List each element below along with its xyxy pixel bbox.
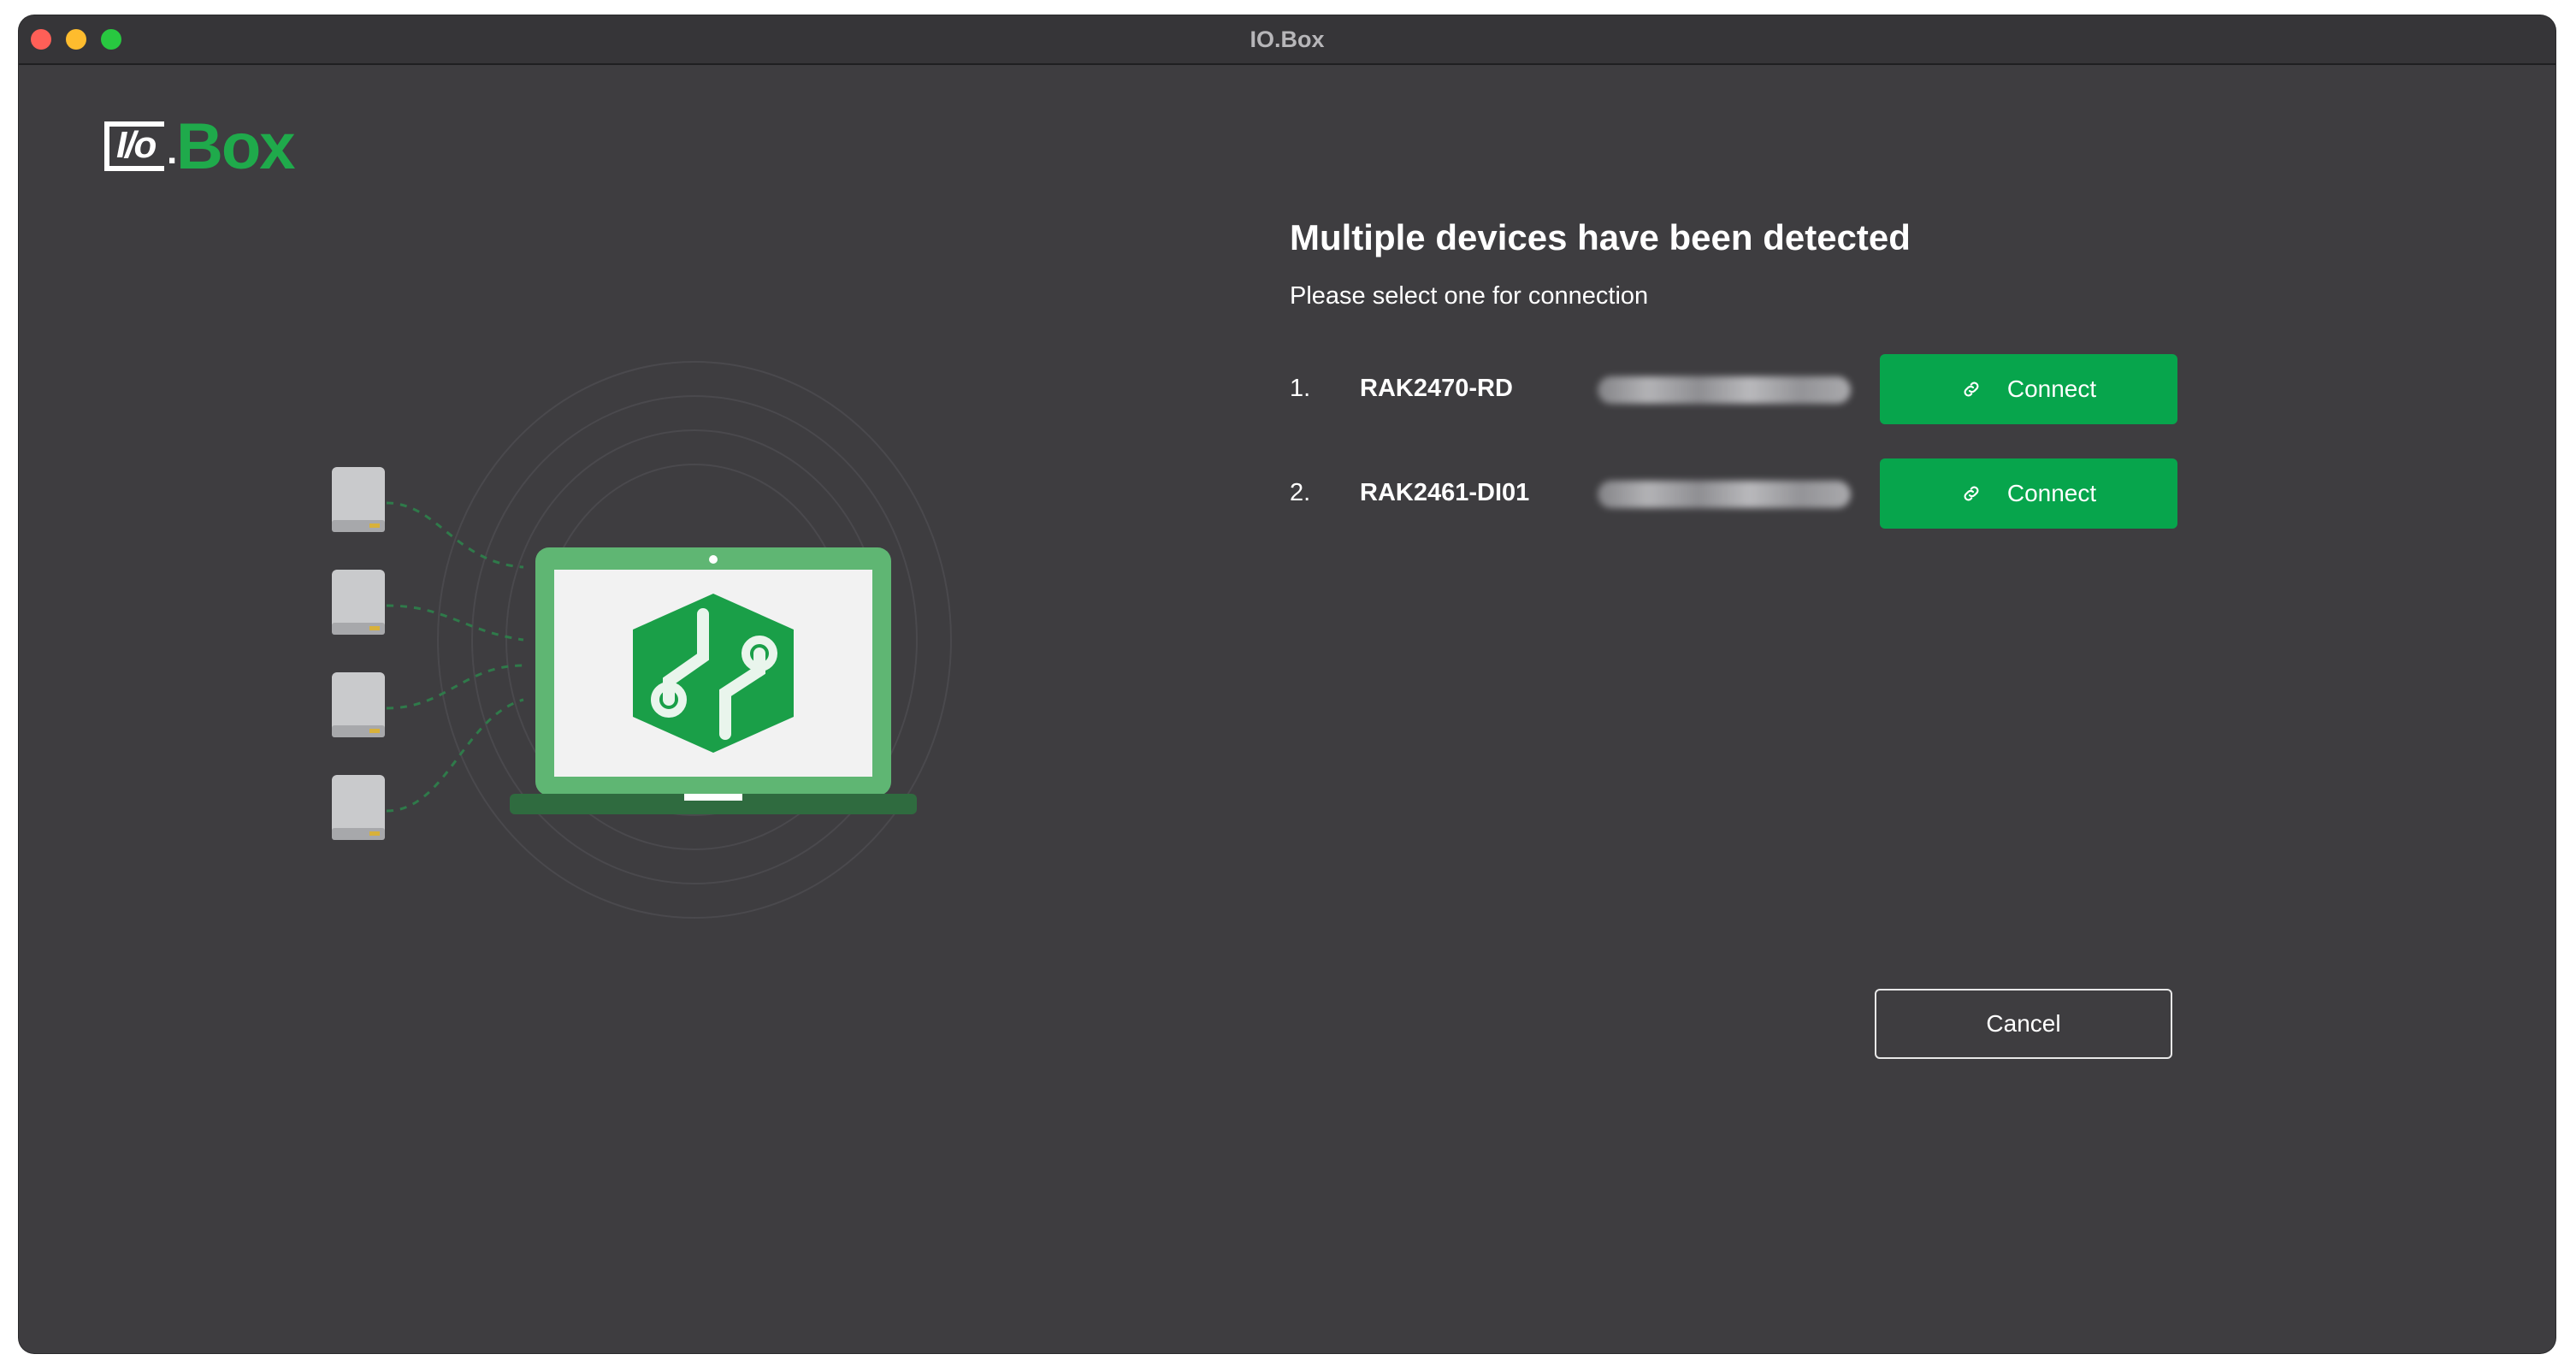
device-serial-redacted [1598, 481, 1851, 508]
connect-label: Connect [2006, 480, 2097, 506]
link-icon [1964, 486, 1979, 501]
device-row-1: 1. RAK2470-RD Connect [1290, 354, 2179, 424]
connect-button-2[interactable]: Connect [1880, 458, 2177, 529]
dialog-heading: Multiple devices have been detected [1290, 217, 1911, 257]
title-bar: IO.Box [19, 15, 2555, 65]
laptop-devices-illustration [332, 361, 952, 919]
app-window: IO.Box I/o . Box Multiple devices have b… [19, 15, 2555, 1353]
device-index: 1. [1290, 375, 1311, 402]
dialog-subheading: Please select one for connection [1290, 282, 1649, 310]
device-row-2: 2. RAK2461-DI01 Connect [1290, 458, 2179, 529]
device-index: 2. [1290, 479, 1311, 506]
cancel-button[interactable]: Cancel [1875, 989, 2172, 1059]
app-logo: I/o . Box [104, 109, 310, 183]
connect-label: Connect [2006, 376, 2097, 402]
device-icon-2 [332, 570, 385, 635]
logo-word: Box [176, 110, 296, 183]
device-name: RAK2461-DI01 [1360, 479, 1530, 506]
device-name: RAK2470-RD [1360, 375, 1513, 402]
device-icon-3 [332, 672, 385, 737]
device-serial-redacted [1598, 376, 1851, 404]
device-icon-4 [332, 775, 385, 840]
logo-io-text: I/o [116, 124, 157, 166]
device-icon-1 [332, 467, 385, 532]
window-title: IO.Box [1250, 27, 1325, 52]
connect-button-1[interactable]: Connect [1880, 354, 2177, 424]
link-icon [1964, 381, 1979, 397]
